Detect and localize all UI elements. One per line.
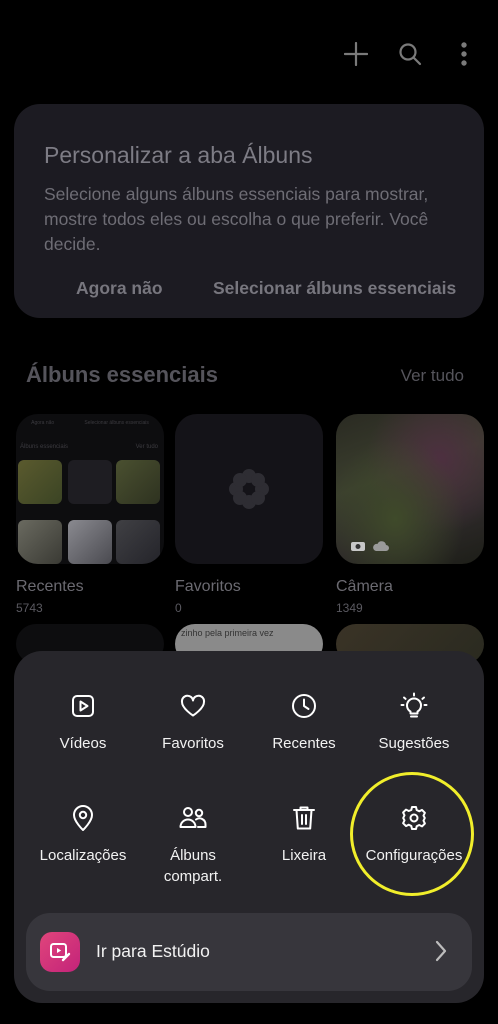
card-description: Selecione alguns álbuns essenciais para … (44, 184, 429, 254)
flower-placeholder-icon (229, 469, 269, 509)
trash-icon (289, 803, 319, 833)
album-name: Recentes (16, 578, 84, 595)
card-title: Personalizar a aba Álbuns (44, 142, 313, 168)
mini-section-header: Álbuns essenciais Ver tudo (20, 444, 158, 450)
menu-lixeira[interactable]: Lixeira (249, 803, 359, 866)
select-essential-albums-button[interactable]: Selecionar álbuns essenciais (213, 278, 456, 299)
menu-label: Favoritos (162, 735, 224, 752)
section-title: Álbuns essenciais (26, 362, 218, 387)
album-name: Câmera (336, 578, 393, 595)
album-thumbnail (175, 414, 323, 564)
menu-label: Sugestões (378, 735, 450, 752)
album-name: Favoritos (175, 578, 241, 595)
album-count: 0 (175, 601, 182, 615)
see-all-link[interactable]: Ver tudo (401, 366, 464, 386)
album-camera[interactable]: Câmera 1349 (336, 414, 484, 615)
mini-thumb (116, 520, 160, 564)
cloud-icon (373, 541, 389, 551)
mini-card-buttons: Agora não Selecionar álbuns essenciais (16, 420, 164, 426)
more-options-icon[interactable] (450, 40, 478, 68)
mini-select-text: Selecionar álbuns essenciais (84, 420, 149, 426)
heart-icon (178, 691, 208, 721)
gallery-albums-screen: Personalizar a aba Álbuns Selecione algu… (0, 0, 498, 1024)
menu-label: Recentes (272, 735, 336, 752)
not-now-button[interactable]: Agora não (76, 278, 163, 299)
clock-icon (289, 691, 319, 721)
partial-caption: zinho pela primeira vez (181, 628, 274, 638)
search-icon[interactable] (396, 40, 424, 68)
customize-albums-card: Personalizar a aba Álbuns Selecione algu… (14, 104, 484, 318)
album-favoritos[interactable]: Favoritos 0 (175, 414, 323, 615)
studio-icon (40, 932, 80, 972)
menu-label: Álbuns compart. (163, 847, 223, 885)
album-recentes[interactable]: Agora não Selecionar álbuns essenciais Á… (16, 414, 164, 615)
menu-label: Vídeos (59, 735, 107, 752)
location-pin-icon (68, 803, 98, 833)
menu-localizacoes[interactable]: Localizações (28, 803, 138, 866)
mini-thumb (68, 520, 112, 564)
top-toolbar (342, 40, 478, 68)
album-count: 5743 (16, 601, 43, 615)
mini-thumb (116, 460, 160, 504)
people-icon (178, 803, 208, 833)
mini-section-title: Álbuns essenciais (20, 444, 69, 450)
menu-favoritos[interactable]: Favoritos (138, 691, 248, 754)
album-badges (350, 540, 390, 552)
menu-videos[interactable]: Vídeos (28, 691, 138, 754)
go-to-studio-button[interactable]: Ir para Estúdio (26, 913, 472, 991)
lightbulb-icon (399, 691, 429, 721)
mini-thumb (18, 460, 62, 504)
studio-label: Ir para Estúdio (96, 941, 210, 961)
camera-icon (351, 542, 365, 551)
album-thumbnail: Agora não Selecionar álbuns essenciais Á… (16, 414, 164, 564)
highlight-circle (350, 772, 474, 896)
menu-recentes[interactable]: Recentes (249, 691, 359, 754)
album-count: 1349 (336, 601, 363, 615)
menu-label: Lixeira (281, 847, 327, 864)
album-thumbnail (336, 414, 484, 564)
chevron-right-icon (434, 939, 448, 968)
video-icon (68, 691, 98, 721)
menu-label: Localizações (39, 847, 127, 864)
mini-thumb (68, 460, 112, 504)
mini-not-now-text: Agora não (31, 420, 55, 426)
mini-thumb (18, 520, 62, 564)
menu-albuns-compartilhados[interactable]: Álbuns compart. (138, 803, 248, 887)
menu-sugestoes[interactable]: Sugestões (359, 691, 469, 754)
add-icon[interactable] (342, 40, 370, 68)
mini-see-all: Ver tudo (135, 444, 158, 450)
